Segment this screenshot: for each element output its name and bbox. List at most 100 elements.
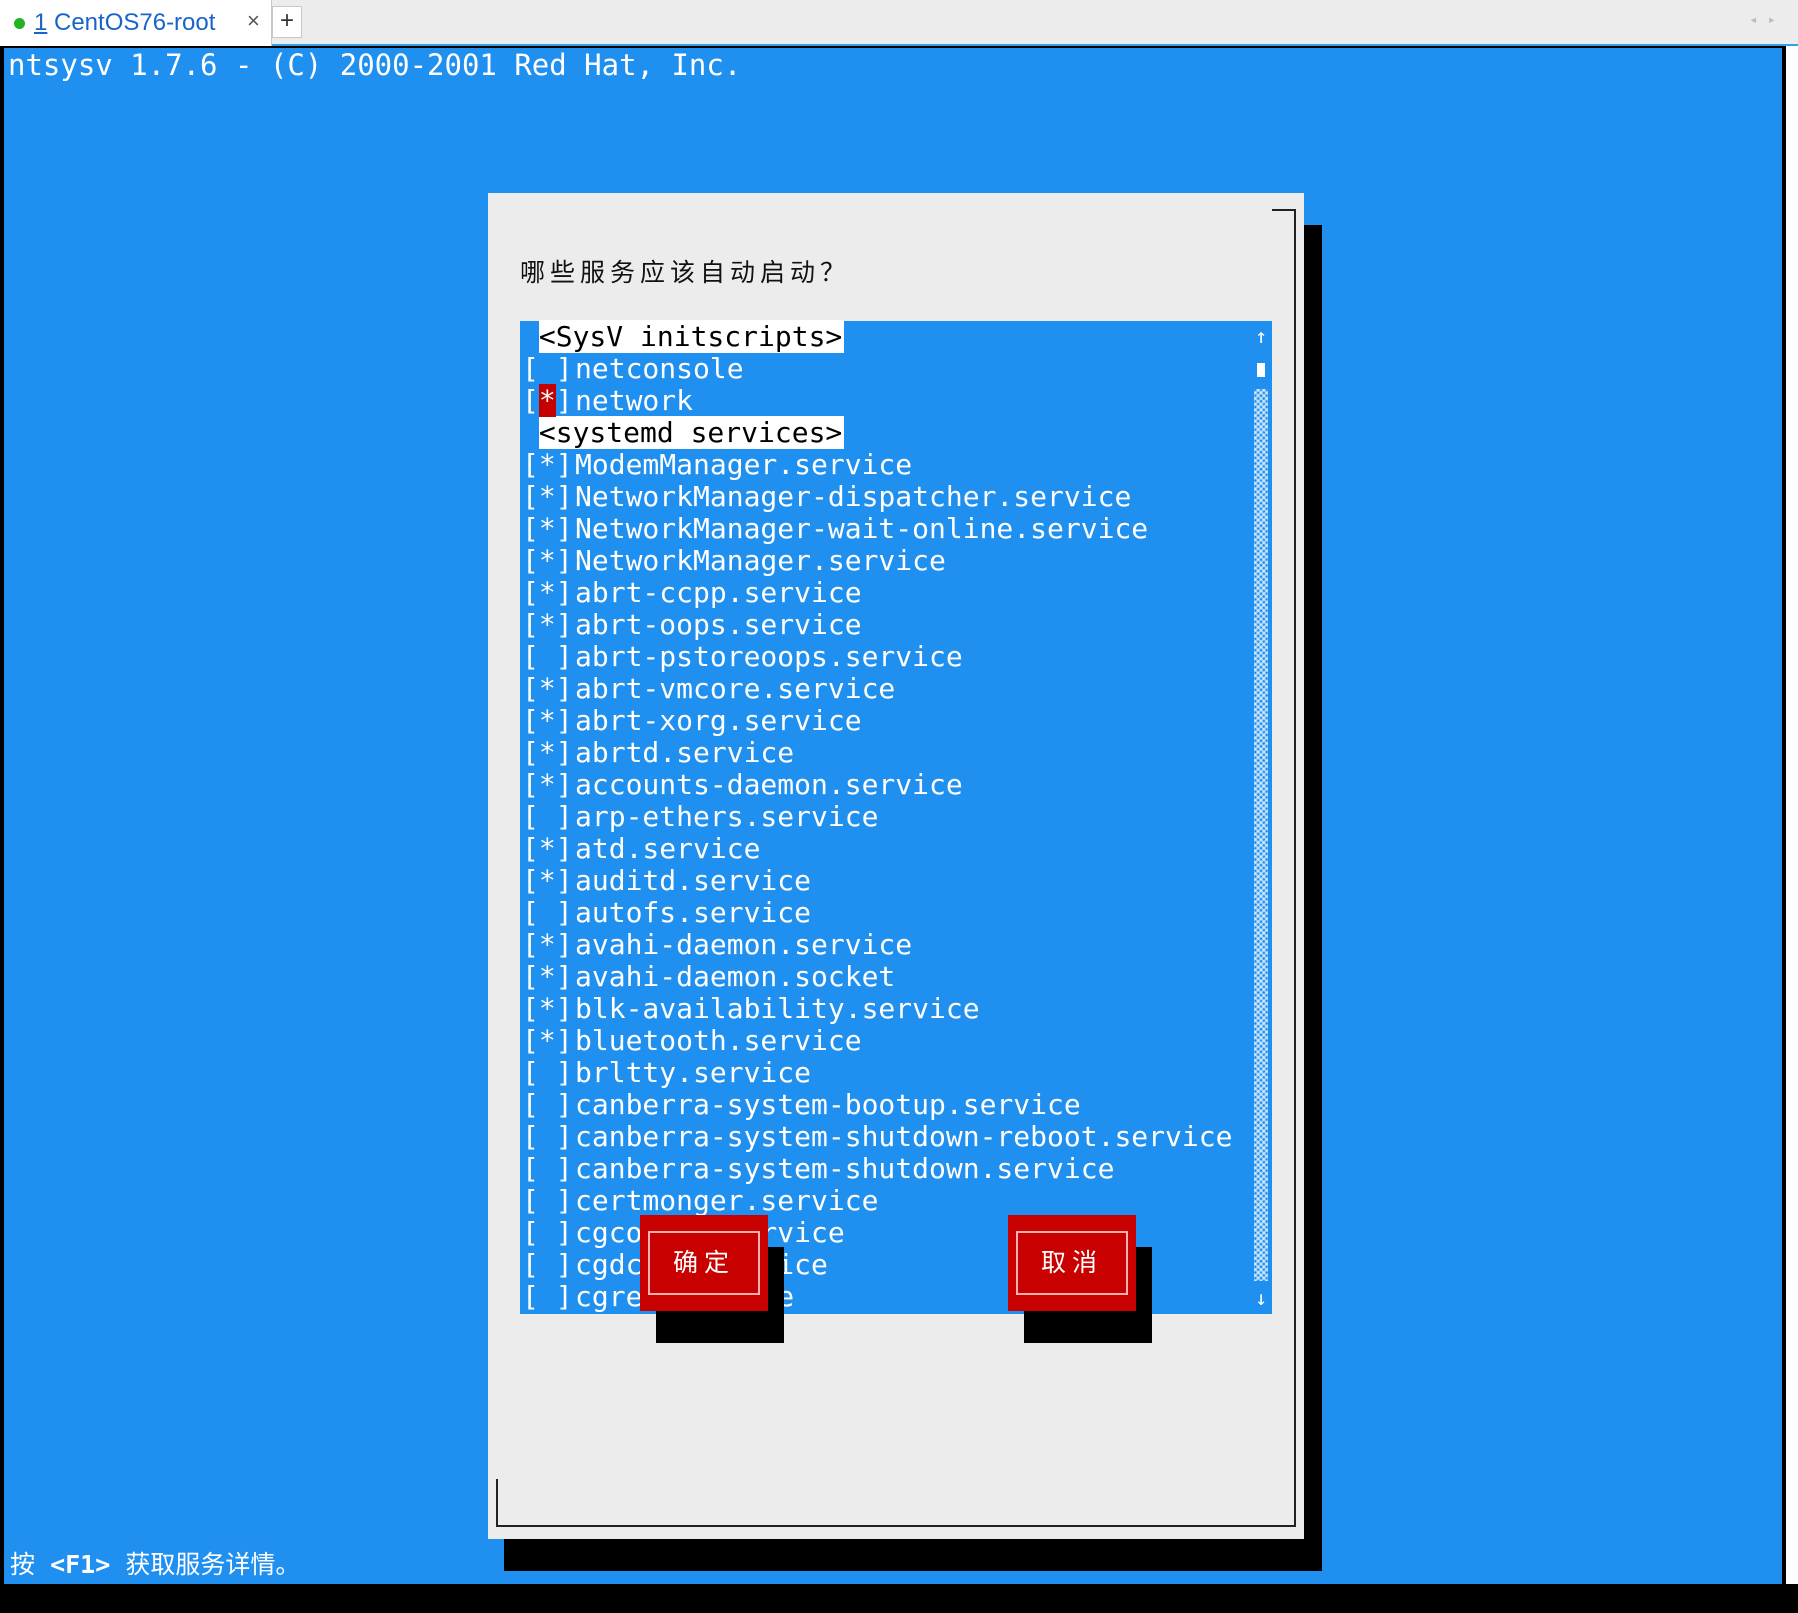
service-list-item[interactable]: [*]NetworkManager.service [522,545,946,577]
service-list-item[interactable]: [*]abrt-xorg.service [522,705,862,737]
service-name: avahi-daemon.socket [575,960,896,993]
service-list-item[interactable]: [ ]brltty.service [522,1057,811,1089]
cancel-button[interactable]: 取消 [1008,1215,1136,1311]
service-checkbox[interactable]: [*] [522,481,575,513]
scrollbar-thumb[interactable] [1257,363,1265,377]
service-list-item[interactable]: [*]accounts-daemon.service [522,769,963,801]
new-tab-button[interactable]: + [272,6,302,38]
connection-status-icon [14,18,25,29]
service-name: canberra-system-bootup.service [575,1088,1081,1121]
service-checkbox[interactable]: [ ] [522,897,575,929]
service-list-item[interactable]: [*]abrtd.service [522,737,794,769]
cancel-button-label: 取消 [1016,1231,1128,1295]
service-checkbox[interactable]: [*] [522,673,575,705]
service-list-item[interactable]: [*]avahi-daemon.service [522,929,912,961]
service-list-item[interactable]: [*]ModemManager.service [522,449,912,481]
close-tab-icon[interactable]: × [247,8,260,34]
service-list-item[interactable]: [ ]canberra-system-shutdown-reboot.servi… [522,1121,1232,1153]
service-name: accounts-daemon.service [575,768,963,801]
service-checkbox[interactable]: [ ] [522,1057,575,1089]
service-list-item[interactable]: [*]NetworkManager-dispatcher.service [522,481,1131,513]
service-name: ModemManager.service [575,448,913,481]
service-checkbox[interactable]: [*] [522,449,575,481]
service-name: atd.service [575,832,761,865]
service-checkbox[interactable]: [ ] [522,1089,575,1121]
service-list-item[interactable]: [*]network [522,384,694,417]
service-list-item[interactable]: [*]abrt-ccpp.service [522,577,862,609]
service-list-item[interactable]: [ ]canberra-system-shutdown.service [522,1153,1114,1185]
service-list-item[interactable]: [*]avahi-daemon.socket [522,961,895,993]
service-list-item[interactable]: [ ]abrt-pstoreoops.service [522,641,963,673]
service-list-item[interactable]: [*]auditd.service [522,865,811,897]
service-name: abrt-xorg.service [575,704,862,737]
service-checkbox[interactable]: [ ] [522,1281,575,1313]
service-checkbox[interactable]: [*] [522,609,575,641]
service-name: avahi-daemon.service [575,928,913,961]
tab-bar: 1 CentOS76-root × + ◂▸ [0,0,1798,46]
service-checkbox[interactable]: [ ] [522,1249,575,1281]
listbox-scrollbar[interactable]: ↑ ↓ [1254,321,1268,1314]
scroll-up-arrow-icon[interactable]: ↑ [1254,325,1268,347]
section-header-label: <systemd services> [538,416,845,449]
service-list-item[interactable]: [ ]autofs.service [522,897,811,929]
service-name: NetworkManager-wait-online.service [575,512,1149,545]
service-checkbox[interactable]: [ ] [522,801,575,833]
service-list-item[interactable]: [*]NetworkManager-wait-online.service [522,513,1148,545]
service-name: autofs.service [575,896,812,929]
service-checkbox[interactable]: [ ] [522,353,575,385]
service-checkbox[interactable]: [*] [522,737,575,769]
session-tab[interactable]: 1 CentOS76-root × [0,0,272,46]
tab-scroll-arrows-icon[interactable]: ◂▸ [1749,12,1786,28]
service-list-item[interactable]: [ ]arp-ethers.service [522,801,878,833]
service-checkbox[interactable]: [*] [522,865,575,897]
service-list-item[interactable]: [*]atd.service [522,833,760,865]
service-checkbox[interactable]: [*] [522,929,575,961]
service-name: NetworkManager.service [575,544,946,577]
service-list-item[interactable]: [*]abrt-oops.service [522,609,862,641]
service-name: canberra-system-shutdown.service [575,1152,1115,1185]
service-name: blk-availability.service [575,992,980,1025]
scroll-down-arrow-icon[interactable]: ↓ [1254,1287,1268,1309]
service-checkbox[interactable]: [*] [522,769,575,801]
service-checkbox[interactable]: [ ] [522,1185,575,1217]
service-checkbox[interactable]: [ ] [522,1153,575,1185]
service-name: abrt-ccpp.service [575,576,862,609]
services-listbox[interactable]: [ ]cgred.service[ ]cgdcbxd.service[ ]cgc… [520,320,1272,1314]
service-list-item[interactable]: [*]abrt-vmcore.service [522,673,895,705]
service-checkbox[interactable]: [*] [522,961,575,993]
service-checkbox[interactable]: [ ] [522,1217,575,1249]
scrollbar-track[interactable] [1254,389,1268,1281]
service-checkbox[interactable]: [*] [522,577,575,609]
hint-prefix: 按 [10,1550,51,1579]
list-section-header: <systemd services> [522,416,845,449]
service-checkbox[interactable]: [ ] [522,1121,575,1153]
service-checkbox[interactable]: [*] [522,545,575,577]
service-list-item[interactable]: [*]bluetooth.service [522,1025,862,1057]
ok-button-label: 确定 [648,1231,760,1295]
dialog-question: 哪些服务应该自动启动？ [520,258,851,287]
service-checkbox[interactable]: [ ] [522,641,575,673]
service-list-item[interactable]: [ ]canberra-system-bootup.service [522,1089,1081,1121]
service-checkbox[interactable]: [*] [522,993,575,1025]
service-name: NetworkManager-dispatcher.service [575,480,1132,513]
service-name: abrt-oops.service [575,608,862,641]
service-list-item[interactable]: [*]blk-availability.service [522,993,980,1025]
service-name: network [575,384,694,417]
terminal-screen[interactable]: ntsysv 1.7.6 - (C) 2000-2001 Red Hat, In… [4,48,1782,1584]
service-checkbox[interactable]: [*] [522,384,575,417]
service-name: abrtd.service [575,736,795,769]
service-checkbox[interactable]: [*] [522,513,575,545]
ok-button[interactable]: 确定 [640,1215,768,1311]
service-name: netconsole [575,352,744,385]
tab-title: CentOS76-root [54,9,216,36]
service-list-item[interactable]: [ ]certmonger.service [522,1185,878,1217]
ntsysv-title: ntsysv 1.7.6 - (C) 2000-2001 Red Hat, In… [8,48,742,82]
service-checkbox[interactable]: [*] [522,833,575,865]
focus-cursor: * [538,384,556,417]
hint-suffix: 获取服务详情。 [110,1550,301,1579]
service-checkbox[interactable]: [*] [522,1025,575,1057]
service-list-item[interactable]: [ ]netconsole [522,353,744,385]
service-name: abrt-pstoreoops.service [575,640,963,673]
service-checkbox[interactable]: [*] [522,705,575,737]
service-name: canberra-system-shutdown-reboot.service [575,1120,1233,1153]
